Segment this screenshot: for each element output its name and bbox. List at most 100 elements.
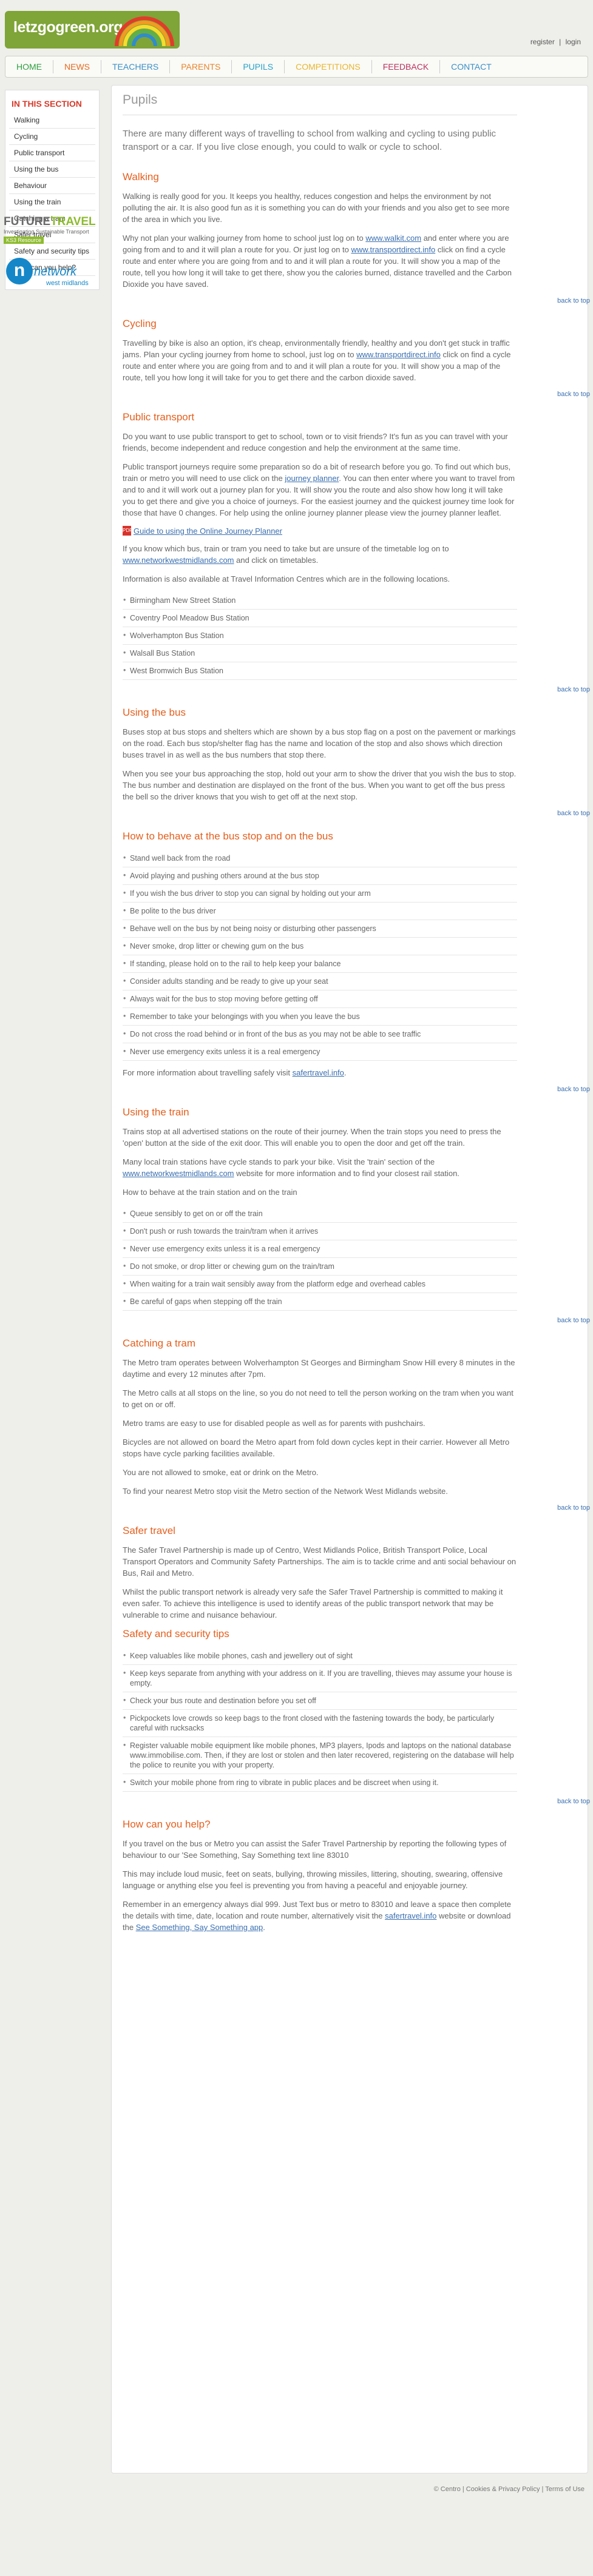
travel-centre-item: Birmingham New Street Station	[123, 592, 517, 610]
back-to-top-link[interactable]: back to top	[123, 686, 590, 693]
section-using-the-train: Using the train Trains stop at all adver…	[123, 1106, 590, 1324]
back-to-top-link[interactable]: back to top	[123, 1798, 590, 1805]
tram-paragraph-1: The Metro tram operates between Wolverha…	[123, 1358, 515, 1379]
nav-item-feedback[interactable]: Feedback	[372, 60, 441, 73]
behaviour-item: Remember to take your belongings with yo…	[123, 1008, 517, 1026]
pdf-icon: PDF	[123, 526, 132, 536]
register-link[interactable]: register	[530, 38, 555, 46]
behaviour-item: Stand well back from the road	[123, 850, 517, 867]
safer-travel-heading: Safer travel	[123, 1525, 175, 1536]
page-title: Pupils	[123, 93, 517, 115]
using-bus-heading: Using the bus	[123, 707, 186, 718]
help-paragraph-2: This may include loud music, feet on sea…	[123, 1869, 503, 1890]
behaviour-item: Always wait for the bus to stop moving b…	[123, 990, 517, 1008]
public-transport-paragraph-1: Do you want to use public transport to g…	[123, 432, 508, 452]
help-paragraph-1: If you travel on the bus or Metro you ca…	[123, 1839, 507, 1860]
train-behaviour-item: Never use emergency exits unless it is a…	[123, 1240, 517, 1258]
travel-centre-item: Coventry Pool Meadow Bus Station	[123, 610, 517, 627]
nav-item-home[interactable]: Home	[5, 60, 53, 73]
nav-item-pupils[interactable]: Pupils	[232, 60, 285, 73]
nav-item-contact[interactable]: Contact	[440, 60, 503, 73]
safety-tips-list: Keep valuables like mobile phones, cash …	[123, 1647, 517, 1792]
back-to-top-link[interactable]: back to top	[123, 1086, 590, 1093]
networkwestmidlands-link[interactable]: www.networkwestmidlands.com	[123, 1169, 234, 1178]
train-p2-b: website for more information and to find…	[234, 1169, 459, 1178]
behaviour-item: Never smoke, drop litter or chewing gum …	[123, 938, 517, 955]
behaviour-item: Be polite to the bus driver	[123, 903, 517, 920]
nav-item-teachers[interactable]: Teachers	[101, 60, 171, 73]
section-walking: Walking Walking is really good for you. …	[123, 171, 590, 304]
nav-item-parents[interactable]: Parents	[170, 60, 232, 73]
help-p3-c: .	[263, 1923, 265, 1932]
walkit-link[interactable]: www.walkit.com	[365, 234, 421, 243]
future-travel-word-a: FUTURE	[4, 215, 51, 228]
back-to-top-link[interactable]: back to top	[123, 297, 590, 304]
safety-tip-item: Check your bus route and destination bef…	[123, 1692, 517, 1710]
safer-travel-paragraph-2: Whilst the public transport network is a…	[123, 1587, 503, 1619]
train-behaviour-item: Do not smoke, or drop litter or chewing …	[123, 1258, 517, 1276]
nav-item-competitions[interactable]: Competitions	[285, 60, 372, 73]
walking-heading: Walking	[123, 171, 159, 183]
transportdirect-link[interactable]: www.transportdirect.info	[351, 245, 436, 254]
tram-heading: Catching a tram	[123, 1337, 195, 1349]
train-paragraph-1: Trains stop at all advertised stations o…	[123, 1127, 501, 1148]
sidebar-item-walking[interactable]: Walking	[9, 112, 95, 129]
back-to-top-link[interactable]: back to top	[123, 391, 590, 398]
tram-paragraph-5: You are not allowed to smoke, eat or dri…	[123, 1468, 319, 1477]
main-content-panel: Pupils There are many different ways of …	[111, 85, 590, 2473]
section-using-the-bus: Using the bus Buses stop at bus stops an…	[123, 707, 590, 817]
networkwestmidlands-link[interactable]: www.networkwestmidlands.com	[123, 556, 234, 565]
travel-centre-item: Wolverhampton Bus Station	[123, 627, 517, 645]
future-travel-logo[interactable]: FUTURETRAVEL Investigating Sustainable T…	[4, 215, 96, 252]
back-to-top-link[interactable]: back to top	[123, 1317, 590, 1324]
behaviour-item: Avoid playing and pushing others around …	[123, 867, 517, 885]
nav-list: Home News Teachers Parents Pupils Competition…	[5, 56, 588, 77]
behaviour-more-a: For more information about travelling sa…	[123, 1068, 293, 1077]
sidebar-item-cycling[interactable]: Cycling	[9, 129, 95, 145]
sidebar-title: In this section	[12, 99, 82, 109]
see-something-app-link[interactable]: See Something, Say Something app	[136, 1923, 263, 1932]
network-west-midlands-logo[interactable]: n network west midlands	[4, 258, 93, 294]
safertravel-link[interactable]: safertravel.info	[385, 1911, 436, 1920]
walking-p2-a: Why not plan your walking journey from h…	[123, 234, 366, 243]
nav-item-news[interactable]: News	[53, 60, 101, 73]
site-header: letzgogreen.org register | login	[0, 0, 593, 51]
behaviour-heading: How to behave at the bus stop and on the…	[123, 830, 333, 842]
behaviour-more-b: .	[344, 1068, 347, 1077]
back-to-top-link[interactable]: back to top	[123, 810, 590, 817]
utility-links: register | login	[528, 38, 581, 46]
travel-centre-item: West Bromwich Bus Station	[123, 662, 517, 680]
safety-tip-item: Keep keys separate from anything with yo…	[123, 1665, 517, 1692]
behaviour-item: Never use emergency exits unless it is a…	[123, 1043, 517, 1061]
behaviour-more-info: For more information about travelling sa…	[123, 1067, 517, 1078]
journey-planner-guide-link[interactable]: Guide to using the Online Journey Planne…	[134, 526, 282, 536]
footer-links[interactable]: © Centro | Cookies & Privacy Policy | Te…	[434, 2486, 585, 2493]
safety-tip-item: Register valuable mobile equipment like …	[123, 1737, 517, 1774]
sidebar-item-behaviour[interactable]: Behaviour	[9, 178, 95, 194]
behaviour-list: Stand well back from the roadAvoid playi…	[123, 850, 517, 1061]
travel-centre-item: Walsall Bus Station	[123, 645, 517, 662]
login-link[interactable]: login	[566, 38, 581, 46]
journey-planner-link[interactable]: journey planner	[285, 474, 339, 483]
sidebar-item-using-the-bus[interactable]: Using the bus	[9, 161, 95, 178]
behaviour-item: Consider adults standing and be ready to…	[123, 973, 517, 990]
back-to-top-link[interactable]: back to top	[123, 1504, 590, 1512]
train-p2-a: Many local train stations have cycle sta…	[123, 1157, 435, 1166]
section-how-can-you-help: How can you help? If you travel on the b…	[123, 1818, 517, 1933]
pt-p3-b: and click on timetables.	[234, 556, 319, 565]
pt-p3-a: If you know which bus, train or tram you…	[123, 544, 449, 553]
future-travel-word-b: TRAVEL	[50, 215, 96, 228]
sidebar-item-public-transport[interactable]: Public transport	[9, 145, 95, 161]
train-behaviour-item: Be careful of gaps when stepping off the…	[123, 1293, 517, 1311]
transportdirect-link[interactable]: www.transportdirect.info	[356, 350, 441, 359]
tram-paragraph-2: The Metro calls at all stops on the line…	[123, 1388, 513, 1409]
train-heading: Using the train	[123, 1106, 189, 1118]
safertravel-link[interactable]: safertravel.info	[293, 1068, 344, 1077]
train-behaviour-item: Queue sensibly to get on or off the trai…	[123, 1205, 517, 1223]
train-paragraph-2: Many local train stations have cycle sta…	[123, 1156, 517, 1179]
site-logo[interactable]: letzgogreen.org	[5, 11, 180, 49]
help-paragraph-3: Remember in an emergency always dial 999…	[123, 1898, 517, 1933]
train-behaviour-item: When waiting for a train wait sensibly a…	[123, 1276, 517, 1293]
help-heading: How can you help?	[123, 1818, 211, 1830]
sidebar-item-using-the-train[interactable]: Using the train	[9, 194, 95, 210]
